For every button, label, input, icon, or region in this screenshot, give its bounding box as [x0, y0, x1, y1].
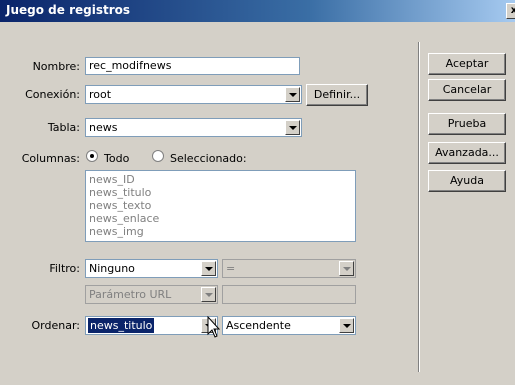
filtro-param-value: Parámetro URL: [89, 288, 172, 301]
columnas-label: Columnas:: [21, 152, 80, 165]
list-item[interactable]: news_ID: [89, 173, 352, 186]
avanzada-button[interactable]: Avanzada...: [428, 142, 506, 164]
radio-seleccionado-label: Seleccionado:: [170, 152, 247, 165]
definir-button[interactable]: Definir...: [306, 84, 368, 106]
orden-direction-arrow[interactable]: [339, 318, 354, 333]
filtro-value-input: [222, 285, 356, 304]
tabla-dropdown-arrow[interactable]: [285, 120, 300, 135]
columns-listbox[interactable]: news_ID news_titulo news_texto news_enla…: [85, 170, 356, 242]
conexion-value: root: [89, 88, 112, 101]
title-bar: Juego de registros x: [0, 0, 515, 22]
radio-todo[interactable]: [86, 150, 98, 162]
filtro-operator-arrow: [339, 261, 354, 276]
window-title: Juego de registros: [6, 3, 131, 17]
close-button[interactable]: x: [506, 3, 515, 19]
filtro-operator-value: =: [226, 262, 236, 275]
filtro-param-arrow: [201, 287, 216, 302]
list-item[interactable]: news_texto: [89, 199, 352, 212]
nombre-input[interactable]: rec_modifnews: [85, 57, 300, 75]
filtro-dropdown-arrow[interactable]: [201, 261, 216, 276]
conexion-select[interactable]: root: [85, 85, 302, 104]
ayuda-button[interactable]: Ayuda: [428, 170, 506, 192]
conexion-dropdown-arrow[interactable]: [285, 87, 300, 102]
orden-direction-value: Ascendente: [226, 319, 291, 332]
filtro-value: Ninguno: [89, 262, 135, 275]
prueba-button[interactable]: Prueba: [428, 113, 506, 135]
radio-seleccionado[interactable]: [152, 150, 164, 162]
button-column-separator: [418, 42, 420, 372]
conexion-label: Conexión:: [25, 88, 80, 101]
orden-direction-select[interactable]: Ascendente: [222, 316, 356, 335]
filtro-param-select: Parámetro URL: [85, 285, 218, 304]
mouse-cursor-icon: [207, 316, 221, 338]
ordenar-label: Ordenar:: [31, 319, 81, 332]
filtro-operator-select: =: [222, 259, 356, 278]
list-item[interactable]: news_img: [89, 225, 352, 238]
filtro-label: Filtro:: [49, 262, 80, 275]
ordenar-value: news_titulo: [88, 318, 155, 333]
ordenar-select[interactable]: news_titulo: [85, 316, 218, 335]
list-item[interactable]: news_enlace: [89, 212, 352, 225]
nombre-label: Nombre:: [32, 60, 80, 73]
radio-todo-label: Todo: [104, 152, 130, 165]
list-item[interactable]: news_titulo: [89, 186, 352, 199]
cancelar-button[interactable]: Cancelar: [428, 79, 506, 101]
tabla-label: Tabla:: [47, 121, 80, 134]
tabla-select[interactable]: news: [85, 118, 302, 137]
filtro-select[interactable]: Ninguno: [85, 259, 218, 278]
tabla-value: news: [89, 121, 118, 134]
aceptar-button[interactable]: Aceptar: [428, 53, 506, 75]
